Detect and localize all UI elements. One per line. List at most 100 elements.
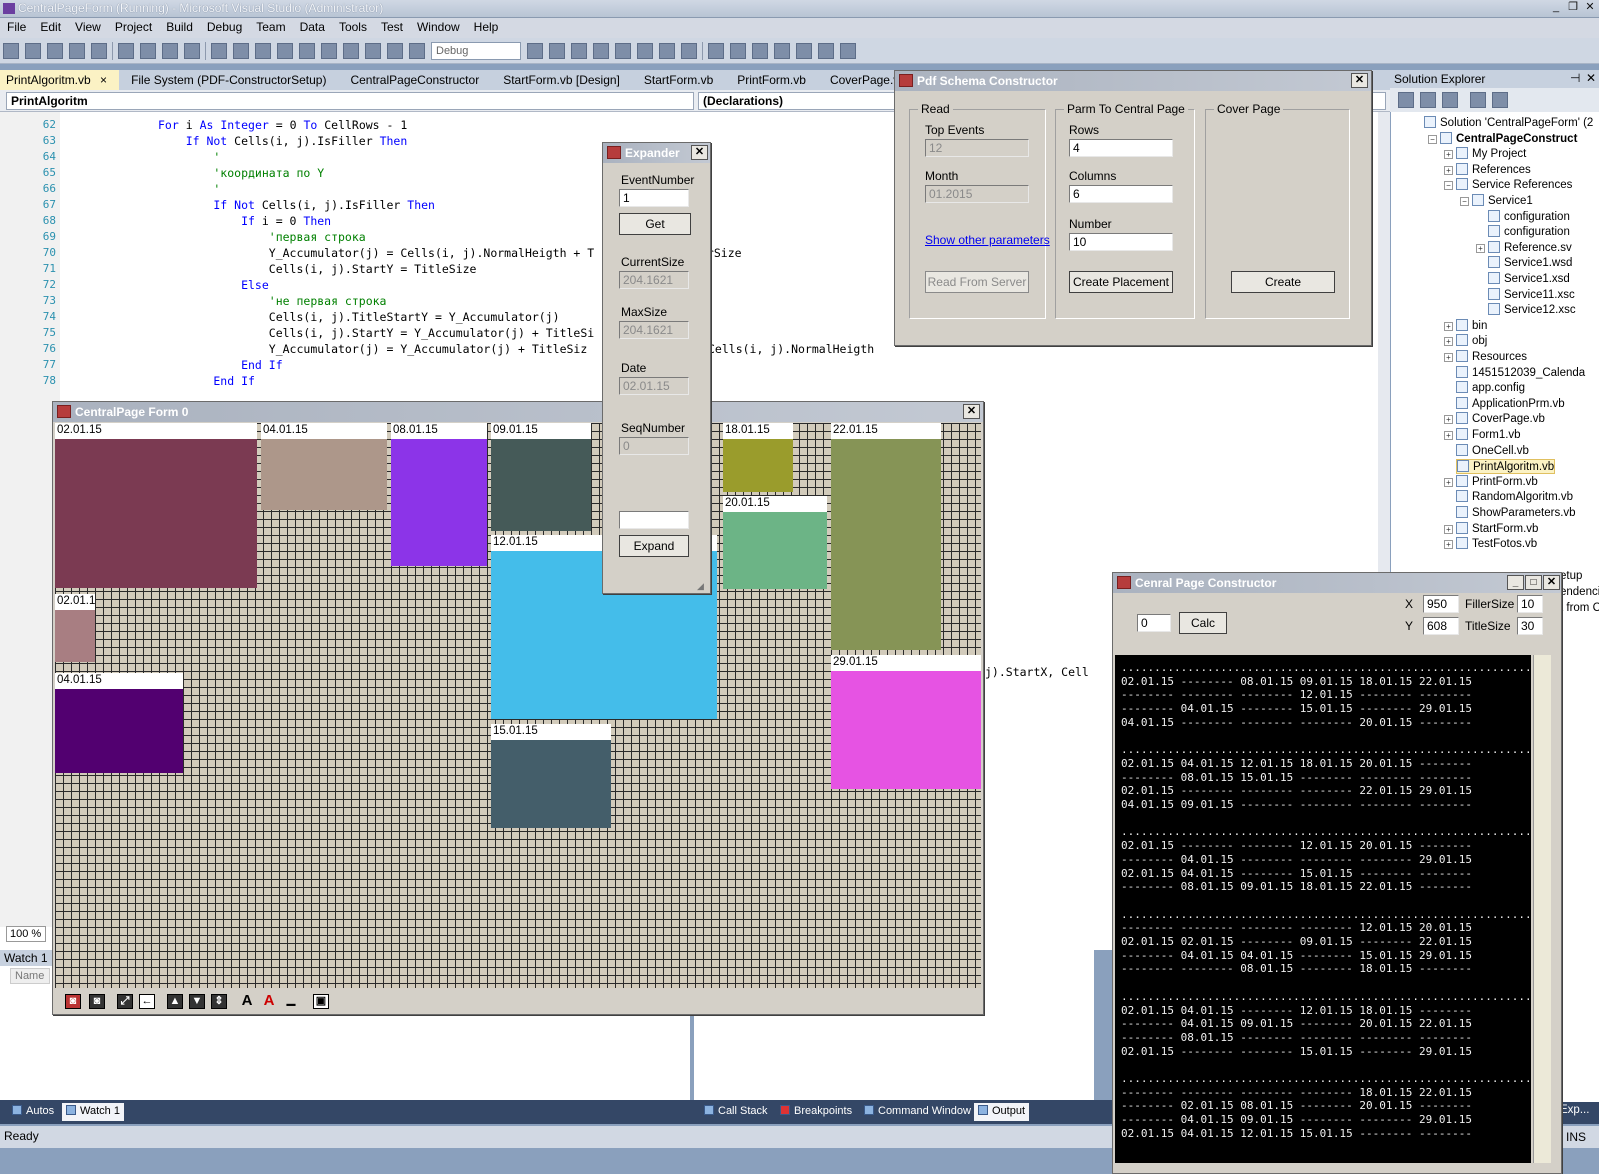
cell-block[interactable]: 18.01.15	[723, 423, 793, 492]
tree-item[interactable]: TestFotos.vb	[1456, 537, 1537, 550]
grid-icon[interactable]	[752, 43, 768, 59]
tree-item[interactable]: obj	[1456, 334, 1487, 347]
show-other-parameters-link[interactable]: Show other parameters	[925, 233, 1050, 247]
minimize-button[interactable]: _	[1507, 575, 1524, 590]
tab-printalgoritm[interactable]: PrintAlgoritm.vb ×	[0, 70, 120, 90]
arrow-up-icon[interactable]: ▲	[167, 994, 183, 1009]
refresh-icon[interactable]	[1442, 92, 1458, 108]
step-over-icon[interactable]	[409, 43, 425, 59]
add-item-icon[interactable]	[25, 43, 41, 59]
expand-toggle-icon[interactable]: +	[1444, 415, 1453, 425]
tab-startform[interactable]: StartForm.vb	[632, 70, 725, 90]
underline-icon[interactable]: ▁	[283, 994, 299, 1009]
tree-item[interactable]: StartForm.vb	[1456, 521, 1538, 535]
paste-icon[interactable]	[162, 43, 178, 59]
tree-item[interactable]: CoverPage.vb	[1456, 412, 1545, 425]
create-button[interactable]: Create	[1231, 271, 1335, 293]
close-button[interactable]: ✕	[1351, 73, 1368, 88]
tree-item[interactable]: ApplicationPrm.vb	[1456, 396, 1565, 410]
tree-item[interactable]: My Project	[1456, 147, 1526, 160]
tree-item[interactable]: Resources	[1456, 350, 1527, 363]
menu-build[interactable]: Build	[159, 18, 200, 36]
expand-toggle-icon[interactable]: −	[1444, 181, 1453, 191]
expand-toggle-icon[interactable]: +	[1476, 243, 1485, 253]
placement-grid[interactable]: 02.01.15 04.01.15 08.01.15 09.01.15 18.0…	[55, 423, 981, 988]
tree-item[interactable]: OneCell.vb	[1456, 443, 1529, 457]
pin-icon[interactable]: ⊣	[1570, 71, 1580, 85]
close-button[interactable]: ✕	[1543, 575, 1560, 590]
expand-toggle-icon[interactable]: −	[1428, 134, 1437, 144]
minimize-icon[interactable]: _	[1548, 1, 1564, 15]
tab-watch1[interactable]: Watch 1	[62, 1103, 124, 1121]
stop-icon[interactable]	[365, 43, 381, 59]
calc-input[interactable]: 0	[1137, 614, 1171, 632]
seq-number-field[interactable]: 0	[619, 437, 689, 455]
menu-debug[interactable]: Debug	[200, 18, 249, 36]
tree-item-partial[interactable]: t from C	[1560, 602, 1599, 614]
expand-toggle-icon[interactable]: +	[1444, 477, 1453, 487]
camera-red-icon[interactable]: ◙	[65, 994, 81, 1009]
cell-block[interactable]: 15.01.15	[491, 724, 611, 828]
config-dropdown[interactable]: Debug	[431, 42, 521, 60]
save-icon[interactable]	[69, 43, 85, 59]
max-size-field[interactable]: 204.1621	[619, 321, 689, 339]
font-a-red-icon[interactable]: A	[261, 993, 277, 1009]
tab-command-window[interactable]: Command Window	[860, 1103, 975, 1121]
tree-item[interactable]: Service12.xsc	[1488, 303, 1576, 316]
expand-toggle-icon[interactable]: +	[1444, 540, 1453, 550]
format-icon[interactable]	[774, 43, 790, 59]
arrow-down-icon[interactable]: ▼	[189, 994, 205, 1009]
team-icon[interactable]	[796, 43, 812, 59]
expand-toggle-icon[interactable]: +	[1444, 353, 1453, 362]
get-button[interactable]: Get	[619, 213, 691, 235]
expand-toggle-icon[interactable]: +	[1444, 524, 1453, 534]
new-project-icon[interactable]	[3, 43, 19, 59]
tree-item-partial[interactable]: etup	[1560, 570, 1582, 582]
tree-item[interactable]: Form1.vb	[1456, 428, 1521, 441]
show-all-files-icon[interactable]	[1420, 92, 1436, 108]
top-events-field[interactable]: 12	[925, 139, 1029, 157]
resize-grip-icon[interactable]: ◢	[697, 581, 704, 592]
tab-startform-design[interactable]: StartForm.vb [Design]	[491, 70, 632, 90]
tree-item[interactable]: CentralPageConstruct	[1440, 131, 1577, 145]
navigate-icon[interactable]	[299, 43, 315, 59]
restore-icon[interactable]: ❐	[1565, 1, 1581, 15]
redo-icon[interactable]	[277, 43, 293, 59]
expand-toggle-icon[interactable]: −	[1460, 197, 1469, 206]
step-icon[interactable]	[387, 43, 403, 59]
number-field[interactable]: 10	[1069, 233, 1173, 251]
find-files-icon[interactable]	[527, 43, 543, 59]
tree-item[interactable]: Service1.wsd	[1488, 256, 1572, 269]
menu-tools[interactable]: Tools	[332, 18, 374, 36]
layout-icon[interactable]	[681, 43, 697, 59]
menu-data[interactable]: Data	[293, 18, 332, 36]
expand-toggle-icon[interactable]: +	[1444, 337, 1453, 347]
tree-item[interactable]: app.config	[1456, 381, 1525, 394]
tab-autos[interactable]: Autos	[8, 1103, 58, 1121]
menu-edit[interactable]: Edit	[33, 18, 68, 36]
properties-icon[interactable]	[1398, 92, 1414, 108]
font-a-icon[interactable]: A	[239, 993, 255, 1009]
console-scrollbar[interactable]	[1533, 655, 1551, 1163]
tree-item[interactable]: ShowParameters.vb	[1456, 506, 1576, 519]
menu-window[interactable]: Window	[410, 18, 467, 36]
expand-amount-field[interactable]	[619, 511, 689, 529]
tree-item[interactable]: Reference.sv	[1488, 240, 1572, 254]
columns-field[interactable]: 6	[1069, 185, 1173, 203]
wrench-icon[interactable]	[818, 43, 834, 59]
menu-view[interactable]: View	[68, 18, 108, 36]
zoom-level[interactable]: 100 %	[6, 926, 46, 942]
tree-item[interactable]: Service11.xsc	[1488, 287, 1575, 301]
expand-toggle-icon[interactable]: +	[1444, 321, 1453, 331]
class-diagram-icon[interactable]	[1492, 92, 1508, 108]
menu-team[interactable]: Team	[249, 18, 292, 36]
tree-item[interactable]: 1451512039_Calenda	[1456, 365, 1585, 379]
tree-item[interactable]: Service1.xsd	[1488, 272, 1570, 285]
cell-block[interactable]: 04.01.15	[261, 423, 387, 510]
read-from-server-button[interactable]: Read From Server	[925, 271, 1029, 293]
arrow-left-icon[interactable]: ←	[139, 994, 155, 1009]
tree-item[interactable]: bin	[1456, 318, 1487, 332]
arrow-updown-icon[interactable]: ⇕	[211, 994, 227, 1009]
create-placement-button[interactable]: Create Placement	[1069, 271, 1173, 293]
save-icon[interactable]: ▣	[313, 994, 329, 1009]
